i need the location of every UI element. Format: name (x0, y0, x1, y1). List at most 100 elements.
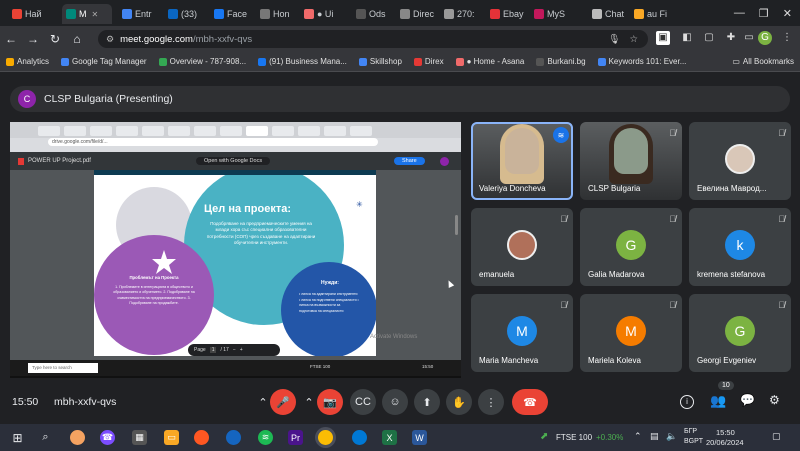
camera-off-button[interactable]: 📷 (317, 389, 343, 415)
tray-chevron-icon[interactable]: ⌃ (634, 431, 642, 442)
excel-icon[interactable]: X (382, 430, 397, 445)
participant-tile[interactable]: k kremena stefanova 🎙̸ (689, 208, 791, 286)
volume-icon[interactable]: 🔈 (666, 431, 677, 442)
leave-call-button[interactable]: ☎ (512, 389, 548, 415)
bookmark-item[interactable]: Keywords 101: Ever... (592, 57, 693, 66)
raise-hand-button[interactable]: ✋ (446, 389, 472, 415)
windows-start-icon[interactable]: ⊞ (10, 430, 25, 445)
puzzle-icon[interactable]: ✚ (724, 31, 738, 45)
spotify-icon[interactable]: ≋ (258, 430, 273, 445)
browser-tab[interactable]: Chat (588, 4, 626, 24)
zoom-out-icon: − (232, 347, 236, 353)
clock-date: 20/06/2024 (706, 438, 744, 447)
extension-icon[interactable]: ▢ (702, 31, 716, 45)
meeting-info-icon[interactable]: i (680, 395, 694, 409)
participant-tile[interactable]: G Galia Madarova 🎙̸ (580, 208, 682, 286)
taskbar-app-icon[interactable] (70, 430, 85, 445)
present-screen-button[interactable]: ⬆ (414, 389, 440, 415)
language-indicator-secondary: BGPT (684, 438, 704, 445)
extension-icon[interactable]: ▣ (656, 31, 670, 45)
bookmark-item[interactable]: ● Home - Asana (450, 57, 531, 66)
site-info-icon[interactable]: ⚙ (106, 34, 114, 45)
network-icon[interactable]: ▤ (650, 431, 659, 442)
home-icon[interactable]: ⌂ (66, 32, 88, 46)
right-circle-body: • липса на адаптирани инструменти • липс… (299, 292, 359, 313)
browser-tab[interactable]: Direc (396, 4, 436, 24)
chat-icon[interactable]: 💬 (740, 393, 755, 407)
premiere-icon[interactable]: Pr (288, 430, 303, 445)
facebook-icon (214, 9, 224, 19)
chrome-icon[interactable] (318, 430, 333, 445)
bookmark-favicon-icon (536, 57, 545, 66)
word-icon[interactable]: W (412, 430, 427, 445)
browser-tab[interactable]: Най (8, 4, 56, 24)
stock-chart-icon: ⬈ (540, 431, 549, 442)
clock-time[interactable]: 15:50 (716, 428, 735, 437)
language-indicator[interactable]: БГР (684, 428, 697, 435)
forward-icon[interactable]: → (22, 32, 44, 46)
bookmark-item[interactable]: Overview - 787-908... (153, 57, 252, 66)
participant-name: Maria Mancheva (479, 356, 539, 365)
browser-tab[interactable]: 270: (440, 4, 480, 24)
close-icon[interactable]: ✕ (783, 7, 792, 20)
reload-icon[interactable]: ↻ (44, 32, 66, 46)
bookmark-favicon-icon (597, 57, 606, 66)
browser-tab[interactable]: Hon (256, 4, 296, 24)
address-bar[interactable]: ⚙ meet.google.com/mbh-xxfv-qvs 🎙 ☆ (98, 30, 648, 48)
participant-tile[interactable]: emanuela 🎙̸ (471, 208, 573, 286)
browser-tab[interactable]: Ebay (486, 4, 526, 24)
bookmark-item[interactable]: Burkani.bg (530, 57, 591, 66)
participant-tile[interactable]: Valeriya Doncheva ≋ (471, 122, 573, 200)
bookmark-favicon-icon (413, 57, 422, 66)
participant-tile[interactable]: CLSP Bulgaria 🎙̸ (580, 122, 682, 200)
bookmark-item[interactable]: Direx (408, 57, 450, 66)
reactions-button[interactable]: ☺ (382, 389, 408, 415)
browser-tab-label: Ods (369, 9, 386, 19)
extension-icon[interactable]: ◧ (680, 31, 694, 45)
taskbar-app-icon[interactable]: ▦ (132, 430, 147, 445)
people-icon[interactable]: 👥 (710, 393, 726, 409)
browser-tab[interactable]: Entr (118, 4, 158, 24)
profile-avatar[interactable]: G (758, 31, 772, 45)
bookmark-item[interactable]: Skillshop (353, 57, 408, 66)
file-explorer-icon[interactable]: ▭ (164, 430, 179, 445)
all-bookmarks-button[interactable]: ▭ All Bookmarks (726, 57, 800, 66)
presenting-banner[interactable]: C CLSP Bulgaria (Presenting) (10, 86, 790, 112)
participant-tile[interactable]: G Georgi Evgeniev 🎙̸ (689, 294, 791, 372)
mic-icon[interactable]: 🎙 (608, 34, 620, 45)
shared-browser-tabs (10, 122, 461, 138)
menu-dots-icon[interactable]: ⋮ (780, 31, 794, 45)
participant-tile[interactable]: M Mariela Koleva 🎙̸ (580, 294, 682, 372)
browser-tab[interactable]: (33) (164, 4, 204, 24)
viber-icon[interactable]: ☎ (100, 430, 115, 445)
edge-icon[interactable] (352, 430, 367, 445)
taskbar-app-icon[interactable] (226, 430, 241, 445)
more-options-button[interactable]: ⋮ (478, 389, 504, 415)
maximize-icon[interactable]: ❐ (759, 7, 769, 20)
browser-tab[interactable]: Face (210, 4, 250, 24)
search-icon[interactable]: ⌕ (38, 430, 53, 445)
tab-search-icon[interactable]: ▭ (742, 31, 756, 45)
minimize-icon[interactable]: — (734, 7, 745, 19)
participant-tile[interactable]: M Maria Mancheva 🎙̸ (471, 294, 573, 372)
tab-close-icon[interactable]: ✕ (92, 10, 99, 19)
participant-avatar: G (725, 316, 755, 346)
browser-tab[interactable]: M ✕ (62, 4, 112, 24)
presenter-avatar: C (18, 90, 36, 108)
activities-icon[interactable]: ⚙ (769, 393, 780, 407)
browser-tab[interactable]: ● Ui (300, 4, 346, 24)
bookmarks-bar: Analytics Google Tag Manager Overview - 78… (0, 52, 800, 72)
bookmark-item[interactable]: Google Tag Manager (55, 57, 153, 66)
mic-off-button[interactable]: 🎤 (270, 389, 296, 415)
captions-button[interactable]: CC (350, 389, 376, 415)
bookmark-item[interactable]: (91) Business Mana... (252, 57, 353, 66)
browser-tab[interactable]: MyS (530, 4, 582, 24)
firefox-icon[interactable] (194, 430, 209, 445)
back-icon[interactable]: ← (0, 32, 22, 46)
browser-tab[interactable]: au Fi (630, 4, 674, 24)
bookmark-star-icon[interactable]: ☆ (629, 34, 638, 45)
participant-tile[interactable]: Евелина Маврод... 🎙̸ (689, 122, 791, 200)
browser-tab[interactable]: Ods (352, 4, 392, 24)
notification-icon[interactable]: ▢ (772, 431, 781, 442)
bookmark-item[interactable]: Analytics (0, 57, 55, 66)
